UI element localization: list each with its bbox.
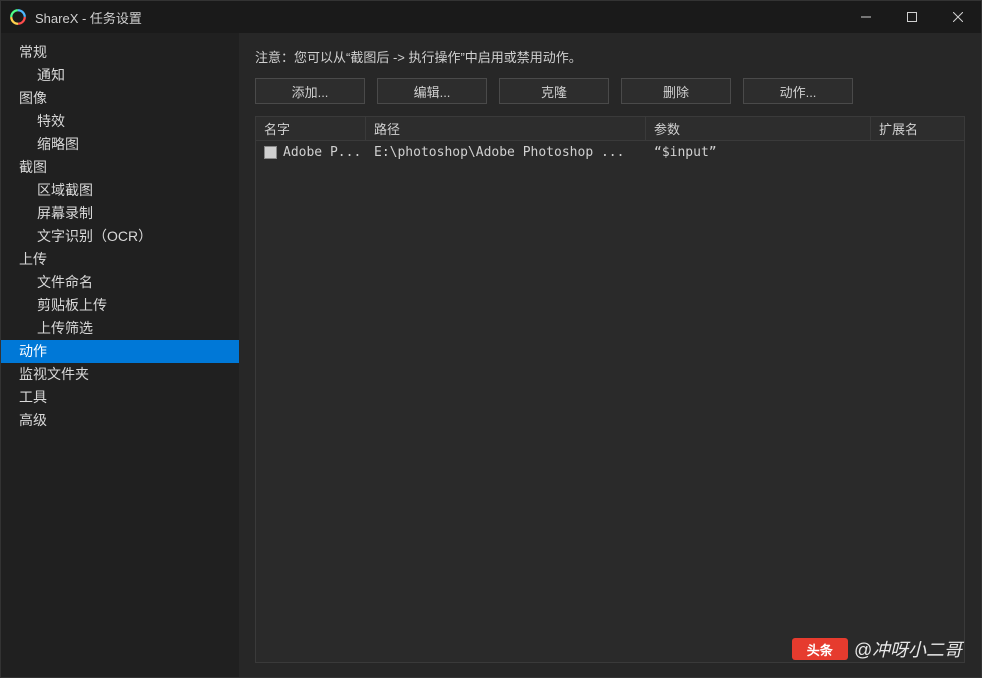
close-button[interactable] <box>935 1 981 33</box>
cell-ext <box>871 141 964 163</box>
sidebar-item[interactable]: 屏幕录制 <box>1 202 239 225</box>
actions-button[interactable]: 动作... <box>743 78 853 104</box>
sidebar-item[interactable]: 监视文件夹 <box>1 363 239 386</box>
col-header-args[interactable]: 参数 <box>646 117 871 140</box>
main-panel: 注意：您可以从“截图后 -> 执行操作”中启用或禁用动作。 添加... 编辑..… <box>239 33 981 677</box>
maximize-button[interactable] <box>889 1 935 33</box>
row-checkbox[interactable] <box>264 146 277 159</box>
col-header-ext[interactable]: 扩展名 <box>871 117 964 140</box>
sidebar-item[interactable]: 文字识别（OCR） <box>1 225 239 248</box>
sidebar-item[interactable]: 上传 <box>1 248 239 271</box>
window-controls <box>843 1 981 33</box>
sidebar-item[interactable]: 截图 <box>1 156 239 179</box>
delete-button[interactable]: 删除 <box>621 78 731 104</box>
col-header-name[interactable]: 名字 <box>256 117 366 140</box>
table-header: 名字 路径 参数 扩展名 <box>256 117 964 141</box>
app-icon <box>9 8 27 26</box>
sidebar-item[interactable]: 图像 <box>1 87 239 110</box>
sidebar-item[interactable]: 区域截图 <box>1 179 239 202</box>
window-title: ShareX - 任务设置 <box>35 8 843 27</box>
sidebar-item[interactable]: 常规 <box>1 41 239 64</box>
toolbar: 添加... 编辑... 克隆 删除 动作... <box>255 78 965 104</box>
add-button[interactable]: 添加... <box>255 78 365 104</box>
cell-args: “$input” <box>646 141 871 163</box>
sidebar-item[interactable]: 剪贴板上传 <box>1 294 239 317</box>
table-row[interactable]: Adobe P... E:\photoshop\Adobe Photoshop .… <box>256 141 964 163</box>
edit-button[interactable]: 编辑... <box>377 78 487 104</box>
minimize-button[interactable] <box>843 1 889 33</box>
titlebar[interactable]: ShareX - 任务设置 <box>1 1 981 33</box>
sidebar-item[interactable]: 工具 <box>1 386 239 409</box>
window: ShareX - 任务设置 常规通知图像特效缩略图截图区域截图屏幕录制文字识别（… <box>0 0 982 678</box>
actions-table: 名字 路径 参数 扩展名 Adobe P... E:\photoshop\Adob… <box>255 116 965 663</box>
sidebar-item[interactable]: 通知 <box>1 64 239 87</box>
cell-name-text: Adobe P... <box>283 145 361 160</box>
cell-path: E:\photoshop\Adobe Photoshop ... <box>366 141 646 163</box>
sidebar-item[interactable]: 上传筛选 <box>1 317 239 340</box>
cell-name: Adobe P... <box>256 141 366 163</box>
sidebar: 常规通知图像特效缩略图截图区域截图屏幕录制文字识别（OCR）上传文件命名剪贴板上… <box>1 33 239 677</box>
sidebar-item[interactable]: 缩略图 <box>1 133 239 156</box>
col-header-path[interactable]: 路径 <box>366 117 646 140</box>
sidebar-item[interactable]: 文件命名 <box>1 271 239 294</box>
sidebar-item[interactable]: 高级 <box>1 409 239 432</box>
sidebar-item[interactable]: 动作 <box>1 340 239 363</box>
notice-text: 注意：您可以从“截图后 -> 执行操作”中启用或禁用动作。 <box>255 47 965 66</box>
sidebar-item[interactable]: 特效 <box>1 110 239 133</box>
window-body: 常规通知图像特效缩略图截图区域截图屏幕录制文字识别（OCR）上传文件命名剪贴板上… <box>1 33 981 677</box>
clone-button[interactable]: 克隆 <box>499 78 609 104</box>
